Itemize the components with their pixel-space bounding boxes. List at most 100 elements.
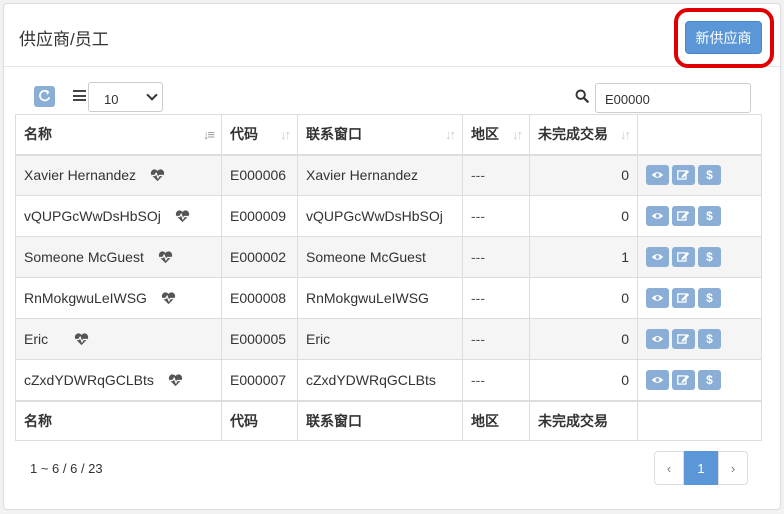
pagination: ‹ 1 ›: [654, 451, 748, 485]
suppliers-table: 名称 ↓≡ 代码 ↓↑ 联系窗口 ↓↑ 地区 ↓↑ 未完成交易 ↓↑ Xavier Her…: [15, 114, 762, 441]
view-button[interactable]: [646, 247, 669, 267]
cell-contact: Eric: [297, 318, 463, 360]
footer-open-deals: 未完成交易: [529, 399, 638, 441]
heartbeat-icon[interactable]: [175, 210, 190, 223]
payment-button[interactable]: $: [698, 369, 721, 390]
cell-region: ---: [462, 359, 530, 401]
pagination-summary: 1 ~ 6 / 6 / 23: [30, 461, 103, 476]
cell-open-deals: 0: [529, 195, 638, 237]
cell-region: ---: [462, 195, 530, 237]
cell-name: RnMokgwuLeIWSG: [15, 277, 222, 319]
heartbeat-icon[interactable]: [161, 292, 176, 305]
cell-actions: $: [637, 236, 762, 278]
cell-contact: RnMokgwuLeIWSG: [297, 277, 463, 319]
sort-icon: ↓↑: [620, 127, 631, 142]
table-toolbar: 10 E00000: [4, 82, 780, 116]
edit-button[interactable]: [672, 329, 695, 349]
edit-button[interactable]: [672, 165, 695, 186]
cell-region: ---: [462, 154, 530, 196]
payment-button[interactable]: $: [698, 288, 721, 308]
eye-icon: [651, 172, 664, 179]
view-button[interactable]: [646, 165, 669, 186]
heartbeat-icon[interactable]: [74, 333, 89, 346]
cell-code: E000006: [221, 154, 298, 196]
cell-contact: Someone McGuest: [297, 236, 463, 278]
payment-button[interactable]: $: [698, 247, 721, 267]
sort-icon: ↓↑: [512, 127, 523, 142]
payment-button[interactable]: $: [698, 165, 721, 186]
cell-actions: $: [637, 154, 762, 196]
cell-code: E000009: [221, 195, 298, 237]
cell-actions: $: [637, 195, 762, 237]
next-page-button[interactable]: ›: [718, 451, 748, 485]
cell-open-deals: 0: [529, 154, 638, 196]
table-row[interactable]: RnMokgwuLeIWSG E000008 RnMokgwuLeIWSG --…: [15, 277, 762, 319]
heartbeat-icon[interactable]: [158, 251, 173, 264]
edit-button[interactable]: [672, 369, 695, 390]
dollar-icon: $: [706, 332, 713, 346]
dollar-icon: $: [706, 250, 713, 264]
sort-icon: ↓↑: [280, 127, 291, 142]
page-size-value: 10: [104, 92, 119, 107]
eye-icon: [651, 336, 664, 342]
page-1-button[interactable]: 1: [684, 451, 718, 485]
edit-icon: [677, 252, 690, 262]
page-size-select[interactable]: 10: [88, 82, 163, 112]
list-icon[interactable]: [73, 90, 86, 101]
prev-page-button[interactable]: ‹: [654, 451, 684, 485]
footer-actions: [637, 399, 762, 441]
dollar-icon: $: [706, 372, 713, 387]
column-header-name[interactable]: 名称 ↓≡: [15, 114, 222, 156]
table-row[interactable]: Eric E000005 Eric --- 0 $: [15, 318, 762, 360]
column-header-contact[interactable]: 联系窗口 ↓↑: [297, 114, 463, 156]
payment-button[interactable]: $: [698, 206, 721, 226]
cell-region: ---: [462, 236, 530, 278]
edit-button[interactable]: [672, 288, 695, 308]
column-header-region[interactable]: 地区 ↓↑: [462, 114, 530, 156]
card-header: 供应商/员工 新供应商: [4, 4, 780, 68]
cell-name: vQUPGcWwDsHbSOj: [15, 195, 222, 237]
cell-name: Someone McGuest: [15, 236, 222, 278]
edit-button[interactable]: [672, 247, 695, 267]
eye-icon: [651, 295, 664, 301]
column-header-code[interactable]: 代码 ↓↑: [221, 114, 298, 156]
view-button[interactable]: [646, 369, 669, 390]
refresh-icon: [39, 90, 51, 102]
cell-open-deals: 1: [529, 236, 638, 278]
view-button[interactable]: [646, 288, 669, 308]
footer-region: 地区: [462, 399, 530, 441]
sort-icon: ↓↑: [445, 127, 456, 142]
payment-button[interactable]: $: [698, 329, 721, 349]
table-row[interactable]: Xavier Hernandez E000006 Xavier Hernande…: [15, 154, 762, 196]
view-button[interactable]: [646, 206, 669, 226]
dollar-icon: $: [706, 291, 713, 305]
cell-code: E000002: [221, 236, 298, 278]
sort-icon: ↓≡: [202, 127, 215, 142]
dollar-icon: $: [706, 168, 713, 183]
table-row[interactable]: vQUPGcWwDsHbSOj E000009 vQUPGcWwDsHbSOj …: [15, 195, 762, 237]
eye-icon: [651, 376, 664, 383]
column-header-open-deals[interactable]: 未完成交易 ↓↑: [529, 114, 638, 156]
cell-actions: $: [637, 318, 762, 360]
cell-code: E000007: [221, 359, 298, 401]
search-input[interactable]: E00000: [595, 83, 751, 113]
cell-name: Eric: [15, 318, 222, 360]
refresh-button[interactable]: [34, 86, 55, 107]
table-header-row: 名称 ↓≡ 代码 ↓↑ 联系窗口 ↓↑ 地区 ↓↑ 未完成交易 ↓↑: [15, 114, 762, 156]
footer-name: 名称: [15, 399, 222, 441]
edit-icon: [677, 170, 690, 180]
table-row[interactable]: Someone McGuest E000002 Someone McGuest …: [15, 236, 762, 278]
page-title: 供应商/员工: [19, 30, 109, 49]
highlight-annotation: [674, 8, 774, 68]
cell-region: ---: [462, 318, 530, 360]
table-row[interactable]: cZxdYDWRqGCLBts E000007 cZxdYDWRqGCLBts …: [15, 359, 762, 401]
cell-actions: $: [637, 277, 762, 319]
cell-actions: $: [637, 359, 762, 401]
heartbeat-icon[interactable]: [168, 374, 183, 387]
view-button[interactable]: [646, 329, 669, 349]
heartbeat-icon[interactable]: [150, 169, 165, 182]
cell-name: Xavier Hernandez: [15, 154, 222, 196]
edit-icon: [677, 334, 690, 344]
cell-open-deals: 0: [529, 277, 638, 319]
edit-button[interactable]: [672, 206, 695, 226]
